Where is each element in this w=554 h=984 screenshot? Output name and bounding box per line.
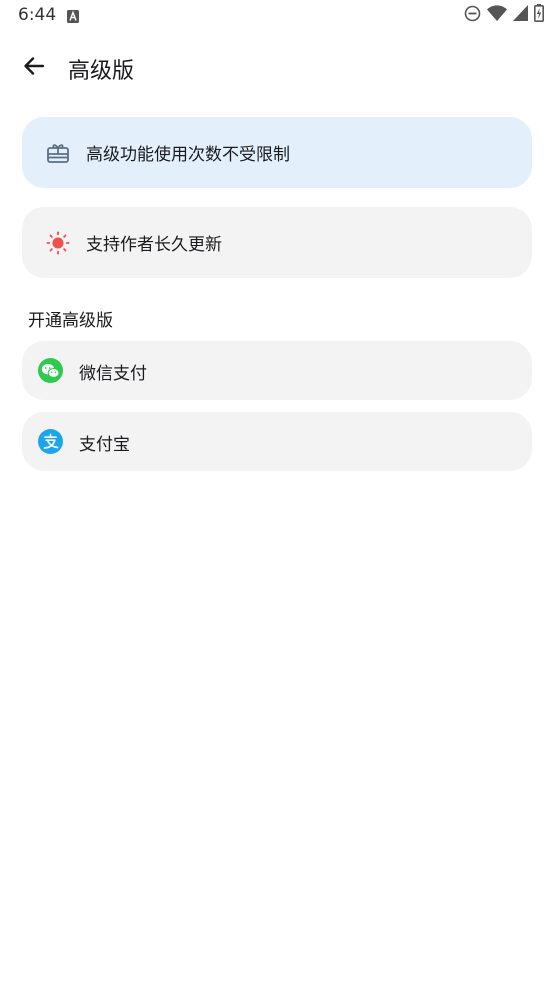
alipay-label: 支付宝 xyxy=(79,435,130,455)
benefit-card-unlimited: 高级功能使用次数不受限制 xyxy=(22,117,532,188)
gift-card-icon xyxy=(46,141,70,165)
section-title: 开通高级版 xyxy=(28,311,113,331)
font-download-icon xyxy=(67,8,79,23)
benefit-label: 高级功能使用次数不受限制 xyxy=(86,145,290,165)
page-title: 高级版 xyxy=(68,59,135,84)
wechat-pay-icon xyxy=(38,358,63,383)
sun-icon xyxy=(46,230,70,255)
benefit-card-support: 支持作者长久更新 xyxy=(22,207,532,278)
wifi-icon xyxy=(487,5,507,25)
wechat-pay-button[interactable]: 微信支付 xyxy=(22,341,532,400)
cellular-signal-icon xyxy=(513,5,528,25)
status-time: 6:44 xyxy=(18,5,57,25)
alipay-icon xyxy=(38,429,63,454)
battery-charging-icon xyxy=(534,4,544,26)
status-icons xyxy=(464,4,544,26)
status-bar: 6:44 xyxy=(0,0,554,32)
alipay-button[interactable]: 支付宝 xyxy=(22,412,532,471)
wechat-pay-label: 微信支付 xyxy=(79,364,147,384)
back-button[interactable] xyxy=(18,52,50,84)
benefit-label: 支持作者长久更新 xyxy=(86,235,222,255)
app-bar: 高级版 xyxy=(0,40,554,96)
arrow-back-icon xyxy=(22,54,46,82)
do-not-disturb-icon xyxy=(464,5,481,26)
